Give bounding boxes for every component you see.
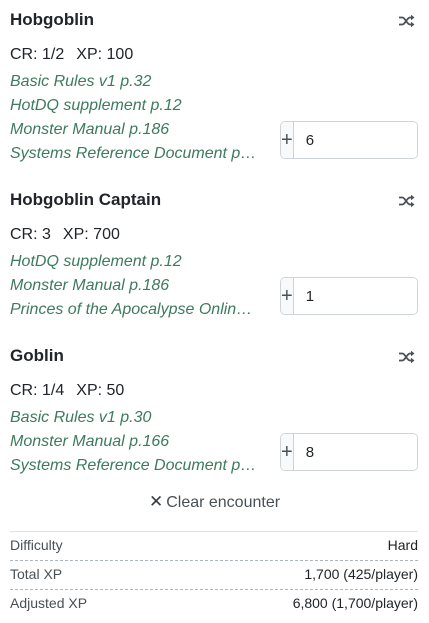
source-link[interactable]: Monster Manual p.186	[10, 118, 260, 142]
source-link[interactable]: Monster Manual p.186	[10, 274, 260, 298]
monster-name[interactable]: Goblin	[10, 346, 64, 366]
cr-label: CR:	[10, 382, 38, 399]
shuffle-icon[interactable]	[399, 350, 416, 364]
quantity-input[interactable]	[293, 122, 417, 158]
xp-label: XP:	[76, 382, 103, 399]
source-link[interactable]: Princes of the Apocalypse Online Supplem…	[10, 298, 260, 322]
adjusted-xp-value: 6,800 (1,700/player)	[292, 595, 418, 611]
monster-stats: CR: 1/2 XP: 100	[10, 46, 133, 64]
quantity-stepper: + ✕	[280, 277, 418, 315]
monster-stats: CR: 3 XP: 700	[10, 226, 120, 244]
cr-label: CR:	[10, 46, 38, 63]
xp-label: XP:	[62, 226, 89, 243]
source-link[interactable]: Monster Manual p.166	[10, 430, 260, 454]
monster-name[interactable]: Hobgoblin Captain	[10, 190, 161, 210]
source-link[interactable]: Basic Rules v1 p.30	[10, 406, 260, 430]
cr-value: 3	[42, 226, 51, 243]
close-icon: ✕	[148, 492, 164, 511]
quantity-input[interactable]	[293, 434, 417, 470]
quantity-stepper: + −	[280, 433, 418, 471]
source-link[interactable]: HotDQ supplement p.12	[10, 250, 260, 274]
clear-encounter-label: Clear encounter	[166, 494, 281, 511]
source-link[interactable]: HotDQ supplement p.12	[10, 94, 260, 118]
increment-button[interactable]: +	[281, 434, 294, 470]
adjusted-xp-label: Adjusted XP	[10, 595, 88, 611]
total-xp-value: 1,700 (425/player)	[304, 566, 418, 582]
quantity-stepper: + −	[280, 121, 418, 159]
source-link[interactable]: Systems Reference Document p.166	[10, 454, 260, 478]
source-link[interactable]: Systems Reference Document p.201	[10, 142, 260, 166]
clear-encounter-button[interactable]: ✕ Clear encounter	[0, 492, 429, 512]
cr-value: 1/4	[42, 382, 65, 399]
source-list: Basic Rules v1 p.32 HotDQ supplement p.1…	[10, 70, 260, 166]
difficulty-row: Difficulty Hard	[10, 531, 418, 560]
difficulty-value: Hard	[387, 537, 418, 553]
monster-name[interactable]: Hobgoblin	[10, 10, 94, 30]
xp-value: 700	[93, 226, 120, 243]
source-list: Basic Rules v1 p.30 Monster Manual p.166…	[10, 406, 260, 478]
total-xp-label: Total XP	[10, 566, 63, 582]
shuffle-icon[interactable]	[399, 194, 416, 208]
cr-label: CR:	[10, 226, 38, 243]
monster-card-hobgoblin-captain: Hobgoblin Captain CR: 3 XP: 700 HotDQ sup…	[0, 190, 429, 330]
xp-value: 100	[106, 46, 134, 63]
increment-button[interactable]: +	[281, 122, 294, 158]
cr-value: 1/2	[42, 46, 65, 63]
quantity-input[interactable]	[293, 278, 417, 314]
monster-stats: CR: 1/4 XP: 50	[10, 382, 124, 400]
increment-button[interactable]: +	[281, 278, 294, 314]
source-list: HotDQ supplement p.12 Monster Manual p.1…	[10, 250, 260, 322]
adjusted-xp-row: Adjusted XP 6,800 (1,700/player)	[10, 589, 418, 618]
monster-card-goblin: Goblin CR: 1/4 XP: 50 Basic Rules v1 p.30…	[0, 346, 429, 486]
source-link[interactable]: Basic Rules v1 p.32	[10, 70, 260, 94]
xp-value: 50	[106, 382, 125, 399]
total-xp-row: Total XP 1,700 (425/player)	[10, 560, 418, 589]
monster-card-hobgoblin: Hobgoblin CR: 1/2 XP: 100 Basic Rules v1 …	[0, 10, 429, 170]
xp-label: XP:	[76, 46, 103, 63]
difficulty-label: Difficulty	[10, 537, 63, 553]
shuffle-icon[interactable]	[399, 14, 416, 28]
